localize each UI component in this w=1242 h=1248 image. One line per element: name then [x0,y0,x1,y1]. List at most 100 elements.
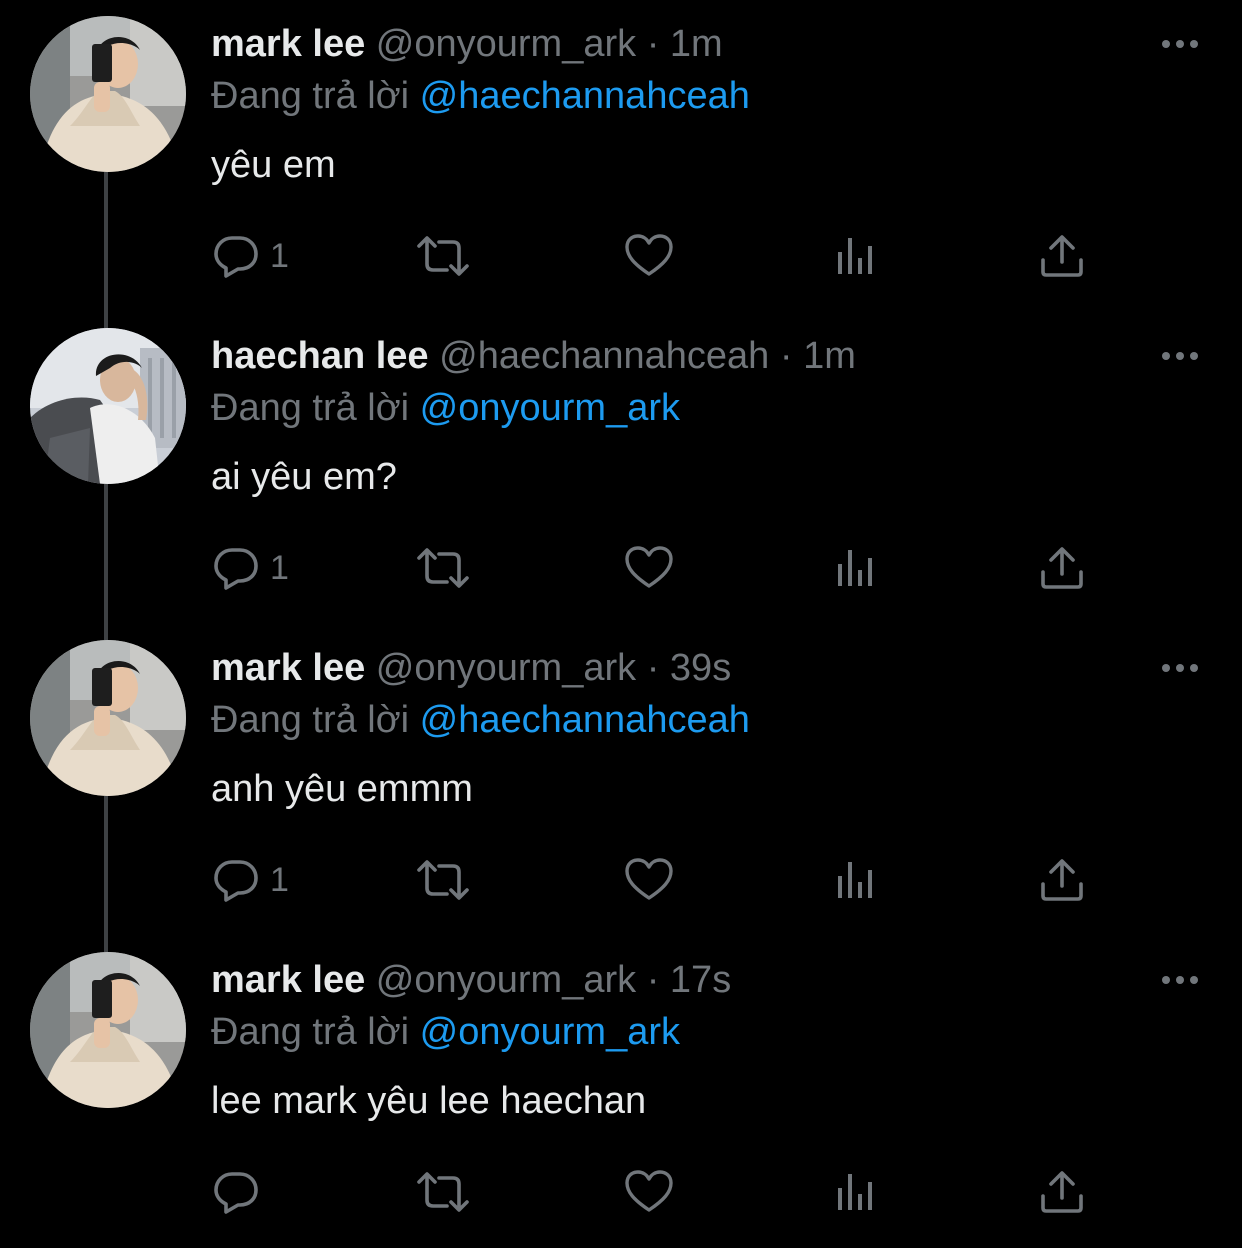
author-name[interactable]: haechan lee [211,335,429,377]
reply-button[interactable]: 1 [212,538,289,598]
share-upload-icon [1038,856,1086,904]
avatar[interactable] [30,952,186,1108]
tweet[interactable]: mark lee @onyourm_ark · 17s Đang trả lời… [0,936,1242,1248]
like-button[interactable] [624,1162,674,1222]
tweet-thread: mark lee @onyourm_ark · 1m Đang trả lời … [0,0,1242,1241]
reply-mention-link[interactable]: @onyourm_ark [420,387,680,429]
reply-mention-link[interactable]: @onyourm_ark [420,1011,680,1053]
share-button[interactable] [1038,226,1086,286]
reply-count: 1 [270,861,289,899]
mark-avatar-image [30,640,186,796]
views-button[interactable] [832,226,880,286]
author-handle[interactable]: @haechannahceah [439,335,769,377]
reply-context: Đang trả lời @onyourm_ark [211,384,680,432]
tweet-text: anh yêu emmm [211,768,473,810]
views-button[interactable] [832,538,880,598]
views-button[interactable] [832,1162,880,1222]
mark-avatar-image [30,952,186,1108]
tweet[interactable]: haechan lee @haechannahceah · 1m Đang tr… [0,312,1242,624]
avatar[interactable] [30,16,186,172]
bar-chart-icon [832,856,880,904]
tweet-header: haechan lee @haechannahceah · 1m [211,332,856,380]
separator-dot: · [646,647,660,689]
more-options-button[interactable] [1158,24,1202,64]
like-button[interactable] [624,538,674,598]
retweet-icon [415,856,471,904]
heart-icon [624,856,674,904]
share-upload-icon [1038,1168,1086,1216]
tweet-text: ai yêu em? [211,456,397,498]
tweet-text: yêu em [211,144,336,186]
separator-dot: · [779,335,793,377]
avatar[interactable] [30,328,186,484]
retweet-icon [415,1168,471,1216]
bar-chart-icon [832,232,880,280]
more-options-button[interactable] [1158,648,1202,688]
reply-bubble-icon [212,1168,260,1216]
heart-icon [624,1168,674,1216]
tweet-header: mark lee @onyourm_ark · 1m [211,20,723,68]
share-button[interactable] [1038,1162,1086,1222]
tweet-time[interactable]: 39s [670,647,731,689]
reply-button[interactable]: 1 [212,226,289,286]
separator-dot: · [646,959,660,1001]
reply-mention-link[interactable]: @haechannahceah [420,699,750,741]
tweet-header: mark lee @onyourm_ark · 39s [211,644,731,692]
haechan-avatar-image [30,328,186,484]
tweet-time[interactable]: 17s [670,959,731,1001]
tweet-actions [0,1162,1242,1222]
author-name[interactable]: mark lee [211,959,365,1001]
reply-bubble-icon [212,232,260,280]
author-handle[interactable]: @onyourm_ark [376,23,636,65]
reply-context: Đang trả lời @haechannahceah [211,72,750,120]
reply-button[interactable]: 1 [212,850,289,910]
author-name[interactable]: mark lee [211,23,365,65]
reply-prefix: Đang trả lời [211,1011,410,1053]
tweet-time[interactable]: 1m [803,335,856,377]
heart-icon [624,544,674,592]
retweet-button[interactable] [415,850,471,910]
share-button[interactable] [1038,850,1086,910]
tweet-time[interactable]: 1m [670,23,723,65]
avatar[interactable] [30,640,186,796]
reply-context: Đang trả lời @haechannahceah [211,696,750,744]
retweet-icon [415,544,471,592]
retweet-button[interactable] [415,538,471,598]
reply-count: 1 [270,549,289,587]
reply-bubble-icon [212,544,260,592]
like-button[interactable] [624,226,674,286]
tweet-text: lee mark yêu lee haechan [211,1080,647,1122]
tweet-header: mark lee @onyourm_ark · 17s [211,956,731,1004]
heart-icon [624,232,674,280]
reply-prefix: Đang trả lời [211,387,410,429]
more-horizontal-icon [1158,648,1202,688]
retweet-button[interactable] [415,226,471,286]
author-handle[interactable]: @onyourm_ark [376,959,636,1001]
tweet[interactable]: mark lee @onyourm_ark · 1m Đang trả lời … [0,0,1242,312]
reply-mention-link[interactable]: @haechannahceah [420,75,750,117]
retweet-button[interactable] [415,1162,471,1222]
more-options-button[interactable] [1158,960,1202,1000]
bar-chart-icon [832,544,880,592]
share-upload-icon [1038,232,1086,280]
author-handle[interactable]: @onyourm_ark [376,647,636,689]
tweet[interactable]: mark lee @onyourm_ark · 39s Đang trả lời… [0,624,1242,936]
share-upload-icon [1038,544,1086,592]
more-horizontal-icon [1158,24,1202,64]
reply-context: Đang trả lời @onyourm_ark [211,1008,680,1056]
share-button[interactable] [1038,538,1086,598]
mark-avatar-image [30,16,186,172]
like-button[interactable] [624,850,674,910]
reply-bubble-icon [212,856,260,904]
tweet-actions: 1 [0,850,1242,910]
retweet-icon [415,232,471,280]
reply-button[interactable] [212,1162,270,1222]
tweet-actions: 1 [0,226,1242,286]
views-button[interactable] [832,850,880,910]
bar-chart-icon [832,1168,880,1216]
more-horizontal-icon [1158,336,1202,376]
reply-prefix: Đang trả lời [211,699,410,741]
tweet-actions: 1 [0,538,1242,598]
author-name[interactable]: mark lee [211,647,365,689]
more-options-button[interactable] [1158,336,1202,376]
